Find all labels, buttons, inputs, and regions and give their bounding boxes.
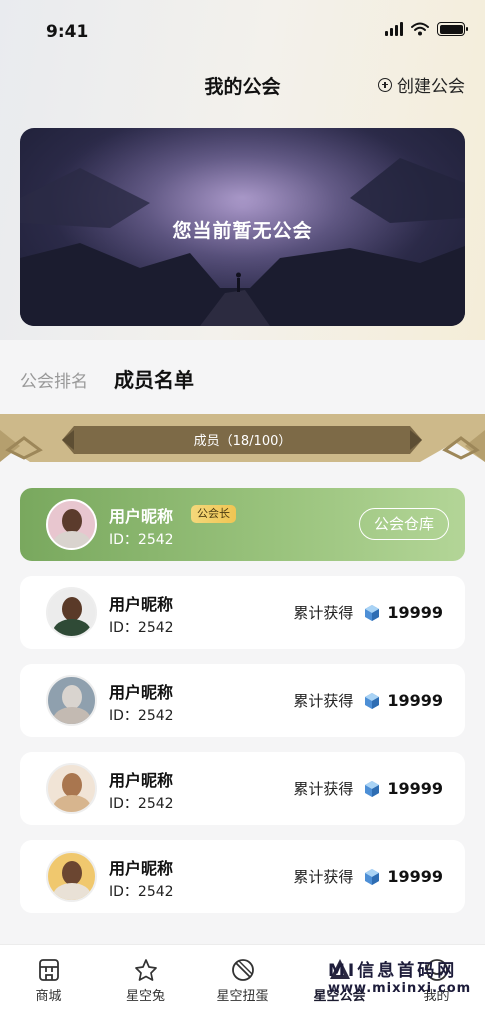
earned-value: 19999 [387, 779, 443, 798]
battery-icon [437, 22, 468, 36]
tab-member-list[interactable]: 成员名单 [114, 364, 194, 393]
guild-leader-badge: 公会长 [191, 505, 236, 523]
members-count-label: 成员（18/100） [193, 434, 292, 449]
create-guild-label: 创建公会 [397, 77, 465, 97]
profile-icon [425, 959, 448, 981]
member-id: ID：2542 [109, 532, 174, 548]
avatar [46, 851, 97, 902]
member-card[interactable]: 用户昵称 ID：2542 累计获得 19999 [20, 752, 465, 825]
tab-guild-ranking[interactable]: 公会排名 [20, 367, 88, 392]
banner-empty-text: 您当前暂无公会 [172, 220, 313, 242]
tabbar-item-shop[interactable]: 商城 [0, 945, 97, 1024]
signal-icon [385, 22, 403, 36]
gem-icon [365, 604, 380, 621]
star-rabbit-icon [134, 959, 157, 981]
tabbar-item-star-rabbit[interactable]: 星空兔 [97, 945, 194, 1024]
avatar [46, 587, 97, 638]
create-guild-button[interactable]: 创建公会 [378, 72, 465, 97]
tabbar-label: 星空兔 [125, 989, 165, 1004]
member-name: 用户昵称 [109, 507, 174, 526]
earned-total: 累计获得 19999 [293, 866, 443, 887]
member-id: ID：2542 [109, 620, 174, 636]
earned-value: 19999 [387, 603, 443, 622]
member-name: 用户昵称 [109, 771, 174, 790]
status-time: 9:41 [46, 22, 89, 42]
tabbar-label: 我的 [423, 989, 450, 1004]
gem-icon [365, 780, 380, 797]
earned-label: 累计获得 [293, 780, 354, 798]
status-icons [385, 22, 468, 36]
earned-label: 累计获得 [293, 692, 354, 710]
member-id: ID：2542 [109, 796, 174, 812]
member-id: ID：2542 [109, 708, 174, 724]
earned-total: 累计获得 19999 [293, 602, 443, 623]
tabbar-label: 星空扭蛋 [216, 989, 269, 1004]
tabbar-item-gacha[interactable]: 星空扭蛋 [194, 945, 291, 1024]
earned-value: 19999 [387, 691, 443, 710]
status-bar: 9:41 [0, 0, 485, 60]
earned-total: 累计获得 19999 [293, 778, 443, 799]
guild-icon [329, 959, 350, 979]
earned-label: 累计获得 [293, 868, 354, 886]
member-name: 用户昵称 [109, 683, 174, 702]
earned-total: 累计获得 19999 [293, 690, 443, 711]
tabbar-label: 星空公会 [313, 989, 366, 1004]
member-name: 用户昵称 [109, 859, 174, 878]
earned-value: 19999 [387, 867, 443, 886]
guild-banner: 您当前暂无公会 [20, 128, 465, 326]
avatar [46, 499, 97, 550]
gem-icon [365, 692, 380, 709]
member-name: 用户昵称 [109, 595, 174, 614]
tabbar-label: 商城 [35, 989, 62, 1004]
member-id: ID：2542 [109, 884, 174, 900]
gem-icon [365, 868, 380, 885]
gacha-icon [231, 959, 254, 981]
plus-circle-icon [378, 77, 392, 92]
wifi-icon [411, 22, 429, 36]
leader-card[interactable]: 用户昵称 公会长 ID：2542 公会仓库 [20, 488, 465, 561]
earned-label: 累计获得 [293, 604, 354, 622]
avatar [46, 763, 97, 814]
member-card[interactable]: 用户昵称 ID：2542 累计获得 19999 [20, 664, 465, 737]
avatar [46, 675, 97, 726]
member-card[interactable]: 用户昵称 ID：2542 累计获得 19999 [20, 576, 465, 649]
member-card[interactable]: 用户昵称 ID：2542 累计获得 19999 [20, 840, 465, 913]
guild-warehouse-button[interactable]: 公会仓库 [358, 508, 449, 540]
tabbar-item-profile[interactable]: 我的 [388, 945, 485, 1024]
tabbar-item-guild[interactable]: 星空公会 [291, 945, 388, 1024]
bottom-tab-bar: 商城 星空兔 星空扭蛋 星空公会 我的 [0, 944, 485, 1024]
guild-tabs: 公会排名 成员名单 [20, 364, 194, 393]
shop-icon [38, 959, 59, 981]
